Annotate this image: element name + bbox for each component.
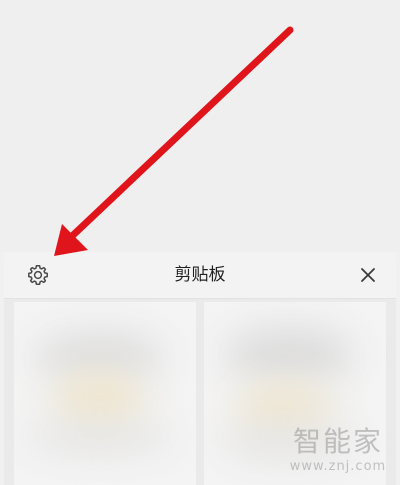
- blurred-content: [224, 327, 354, 382]
- watermark-url: www.znj.com: [289, 459, 387, 474]
- watermark-text: 智能家: [292, 425, 383, 458]
- clipboard-header: 剪贴板: [4, 252, 396, 299]
- close-button[interactable]: [358, 265, 378, 285]
- background-area: [0, 0, 400, 252]
- watermark: 智能家 www.znj.com: [288, 425, 388, 479]
- close-icon: [361, 268, 375, 282]
- blurred-content: [24, 422, 174, 452]
- clipboard-title: 剪贴板: [174, 265, 226, 285]
- clipboard-item[interactable]: [14, 302, 196, 485]
